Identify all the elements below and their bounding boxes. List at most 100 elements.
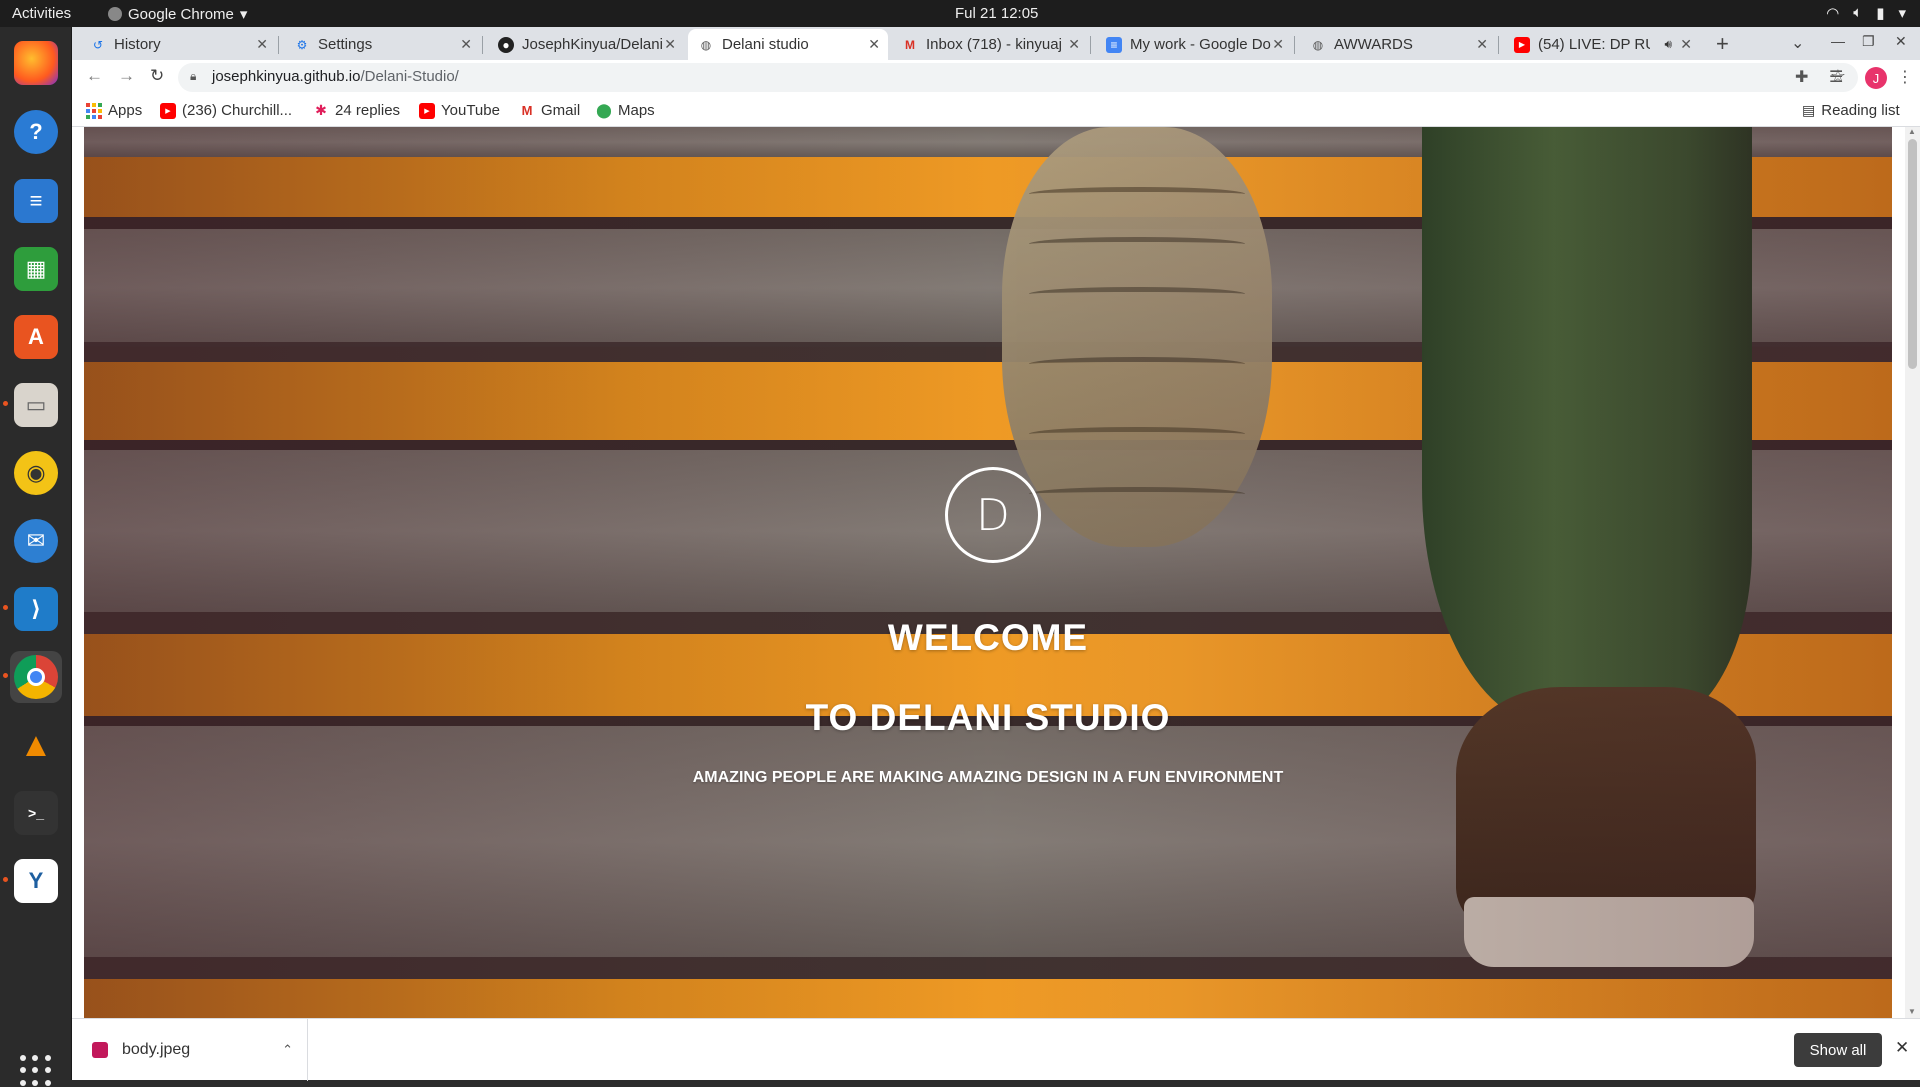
tab-separator [278,36,279,54]
reading-list-button[interactable]: ▤ Reading list [1802,102,1900,119]
bookmark-24-replies[interactable]: ✱ 24 replies [313,102,400,119]
reload-icon[interactable]: ↻ [150,66,164,86]
close-icon[interactable]: ✕ [1068,36,1080,53]
tab-title: Delani studio [722,36,809,53]
chrome-icon [108,7,122,21]
close-icon[interactable]: ✕ [460,36,472,53]
help-icon: ? [14,110,58,154]
avatar[interactable]: J [1865,67,1887,89]
close-icon[interactable]: ✕ [1895,1038,1909,1058]
tab-separator [482,36,483,54]
bookmark-churchill[interactable]: ▶ (236) Churchill... [160,102,292,119]
lock-icon[interactable]: 🔒︎ [190,69,196,84]
tab-title: JosephKinyua/Delani [522,36,663,53]
tab-delani-studio[interactable]: ◍ Delani studio ✕ [688,29,888,60]
tab-youtube-live[interactable]: ▶ (54) LIVE: DP RU 🔊︎ ✕ [1504,29,1700,60]
tab-title: My work - Google Do [1130,36,1271,53]
tab-separator [1090,36,1091,54]
bookmark-label: Apps [108,102,143,119]
reading-list-icon: ▤ [1802,102,1816,118]
show-applications-icon[interactable] [20,1055,52,1087]
tab-title: AWWARDS [1334,36,1413,53]
tab-strip: ↺ History ✕ ⚙ Settings ✕ ● JosephKinyua/… [72,27,1920,60]
system-tray[interactable]: ◠ 🔈︎ ▮ ▾ [1826,4,1906,22]
close-icon[interactable]: ✕ [664,36,676,53]
menu-icon[interactable]: ⋮ [1897,67,1913,87]
tab-settings[interactable]: ⚙ Settings ✕ [284,29,480,60]
rhythmbox-icon: ◉ [14,451,58,495]
forward-icon[interactable]: → [118,66,135,86]
hero-title-line2: TO DELANI STUDIO [805,697,1171,738]
close-window-icon[interactable]: ✕ [1895,33,1907,50]
download-file-name: body.jpeg [122,1041,191,1058]
tab-github[interactable]: ● JosephKinyua/Delani ✕ [488,29,684,60]
back-icon[interactable]: ← [86,66,103,86]
bookmark-youtube[interactable]: ▶ YouTube [419,102,500,119]
gear-icon: ⚙ [296,37,308,52]
volume-icon: 🔈︎ [1853,4,1863,21]
dock-software[interactable]: A [10,311,62,363]
activities-button[interactable]: Activities [12,5,71,22]
dock-chrome[interactable] [10,651,62,703]
dock-files[interactable]: ▭ [10,379,62,431]
dock-vscode[interactable]: ⟩ [10,583,62,635]
running-indicator [3,401,8,406]
restore-icon[interactable]: ❐ [1862,33,1875,50]
app-menu[interactable]: Google Chrome ▾ [108,5,247,23]
address-bar[interactable]: 🔒︎ josephkinyua.github.io/Delani-Studio/… [178,63,1858,92]
dock-shotwell[interactable]: Y [10,855,62,907]
chevron-up-icon[interactable]: ⌃ [282,1042,293,1058]
close-icon[interactable]: ✕ [1476,36,1488,53]
chrome-icon [14,655,58,699]
gmail-icon: M [521,103,533,118]
audio-playing-icon[interactable]: 🔊︎ [1664,37,1672,52]
show-all-button[interactable]: Show all [1794,1033,1882,1067]
docs-icon: ≡ [1106,36,1122,53]
files-icon: ▭ [14,383,58,427]
dock-terminal[interactable]: >_ [10,787,62,839]
dock-rhythmbox[interactable]: ◉ [10,447,62,499]
tab-history[interactable]: ↺ History ✕ [80,29,276,60]
close-icon[interactable]: ✕ [256,36,268,53]
dock-thunderbird[interactable]: ✉ [10,515,62,567]
dock-help[interactable]: ? [10,106,62,158]
bookmark-apps[interactable]: Apps [86,102,142,119]
dock-vlc[interactable]: ▲ [10,719,62,771]
new-tab-button[interactable]: + [1716,31,1729,57]
bookmark-label: (236) Churchill... [182,102,293,119]
scroll-up-icon[interactable]: ▲ [1908,127,1916,136]
page-scrollbar[interactable]: ▲ ▼ [1905,127,1920,1018]
bookmarks-bar: Apps ▶ (236) Churchill... ✱ 24 replies ▶… [72,95,1920,127]
bookmark-label: Gmail [541,102,581,119]
close-icon[interactable]: ✕ [1680,36,1692,53]
hero-section: D WELCOME TO DELANI STUDIO AMAZING PEOPL… [84,127,1892,1018]
media-controls-icon[interactable]: ☰ [1829,67,1843,87]
youtube-icon: ▶ [419,102,435,119]
dock-calc[interactable]: ▦ [10,243,62,295]
dock-writer[interactable]: ≡ [10,175,62,227]
scroll-down-icon[interactable]: ▼ [1908,1007,1916,1016]
image-file-icon [92,1042,108,1058]
globe-icon: ◍ [700,37,712,52]
tab-separator [1294,36,1295,54]
tab-search-icon[interactable]: ⌄ [1791,33,1804,53]
bookmark-maps[interactable]: ⬤ Maps [596,102,655,119]
tab-google-docs[interactable]: ≡ My work - Google Do ✕ [1096,29,1292,60]
scrollbar-thumb[interactable] [1908,139,1917,369]
tab-awwards[interactable]: ◍ AWWARDS ✕ [1300,29,1496,60]
url-text: josephkinyua.github.io/Delani-Studio/ [212,68,459,85]
download-item[interactable]: body.jpeg ⌃ [72,1019,308,1081]
close-icon[interactable]: ✕ [1272,36,1284,53]
running-indicator [3,673,8,678]
page-viewport: D WELCOME TO DELANI STUDIO AMAZING PEOPL… [72,127,1920,1018]
thunderbird-icon: ✉ [14,519,58,563]
clock[interactable]: Ful 21 12:05 [955,5,1038,22]
minimize-icon[interactable]: — [1831,33,1845,49]
close-icon[interactable]: ✕ [868,36,880,53]
app-menu-label: Google Chrome [128,5,234,23]
extensions-icon[interactable]: ✚ [1795,67,1808,87]
tab-gmail[interactable]: M Inbox (718) - kinyuaj ✕ [892,29,1088,60]
bookmark-gmail[interactable]: M Gmail [519,102,581,119]
dock-firefox[interactable] [10,37,62,89]
battery-icon: ▮ [1876,5,1885,22]
